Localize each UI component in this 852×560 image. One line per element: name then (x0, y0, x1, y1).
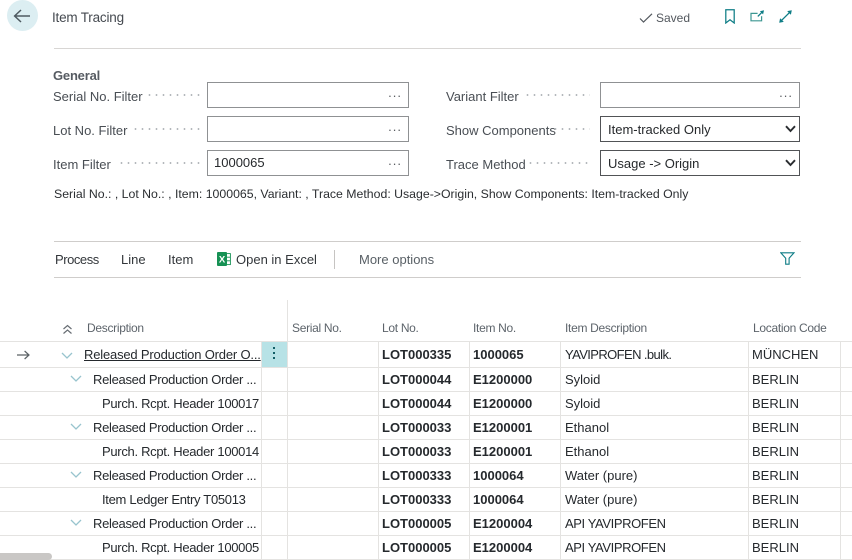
svg-text:X: X (219, 255, 226, 266)
